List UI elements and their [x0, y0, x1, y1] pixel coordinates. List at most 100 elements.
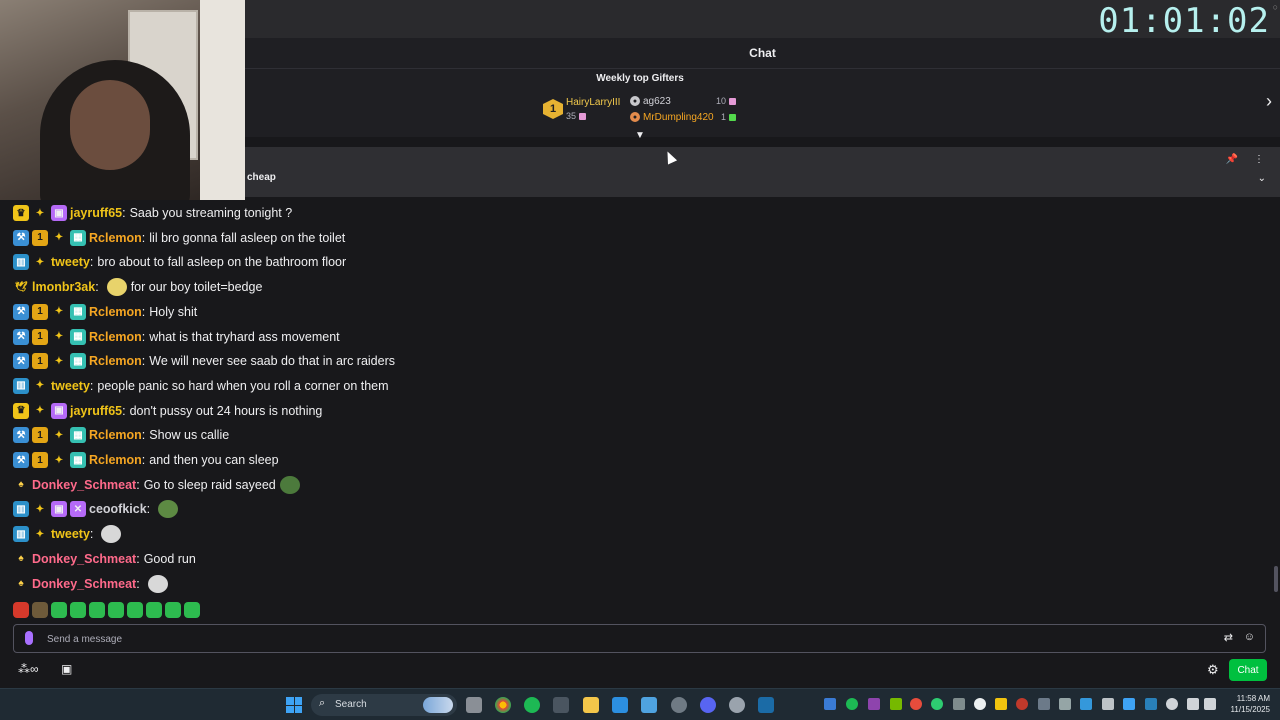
chat-message[interactable]: ⚒ 1 ✦ ▦ Rclemon: We will never see saab do th…: [13, 350, 395, 372]
emote-bar-icon[interactable]: [127, 602, 143, 618]
chat-scrollbar[interactable]: [1274, 566, 1278, 592]
chat-message[interactable]: ⚒ 1 ✦ ▦ Rclemon: what is that tryhard ass mov…: [13, 326, 340, 348]
chat-username[interactable]: Rclemon: [89, 305, 142, 319]
collapse-icon[interactable]: ▼: [635, 130, 645, 141]
chat-message[interactable]: ⚒ 1 ✦ ▦ Rclemon: Show us callie: [13, 424, 229, 446]
chat-username[interactable]: tweety: [51, 527, 90, 541]
chat-username[interactable]: Donkey_Schmeat: [32, 552, 136, 566]
chat-message[interactable]: ♛ ✦ ▣ jayruff65: don't pussy out 24 hours is…: [13, 400, 322, 422]
chat-emote-icon[interactable]: [279, 475, 300, 494]
bird-badge-icon: ✦: [54, 429, 64, 441]
chat-message[interactable]: ♠ Donkey_Schmeat: Go to sleep raid sayeed: [13, 474, 304, 496]
notepad-icon[interactable]: [641, 697, 657, 713]
chat-username[interactable]: jayruff65: [70, 206, 122, 220]
gear-icon[interactable]: ⚙: [1207, 662, 1219, 678]
tray-icon-11[interactable]: [1038, 698, 1050, 710]
task-view-icon[interactable]: [466, 697, 482, 713]
emote-bar-icon[interactable]: [146, 602, 162, 618]
discord-icon[interactable]: [700, 697, 716, 713]
chat-username[interactable]: Rclemon: [89, 428, 142, 442]
gifter-second-name[interactable]: ag623: [643, 96, 671, 107]
emoji-icon[interactable]: ☺: [1244, 631, 1255, 643]
chat-message[interactable]: ▥ ✦ tweety: people panic so hard when you r…: [13, 375, 389, 397]
emote-bar-icon[interactable]: [70, 602, 86, 618]
chat-username[interactable]: Rclemon: [89, 330, 142, 344]
pinned-message[interactable]: cheap 📌 ⋮ ⌄: [245, 147, 1280, 197]
tray-icon-1[interactable]: [824, 698, 836, 710]
more-options-icon[interactable]: ⋮: [1254, 154, 1264, 165]
chat-username[interactable]: ceoofkick: [89, 502, 147, 516]
chat-username[interactable]: Donkey_Schmeat: [32, 577, 136, 591]
tray-icon-12[interactable]: [1059, 698, 1071, 710]
chat-username[interactable]: Donkey_Schmeat: [32, 478, 136, 492]
chat-message[interactable]: ⚒ 1 ✦ ▦ Rclemon: lil bro gonna fall asleep on…: [13, 227, 345, 249]
tray-icon-5[interactable]: [910, 698, 922, 710]
chat-emote-icon[interactable]: [147, 574, 168, 593]
chat-message[interactable]: ♠ Donkey_Schmeat:: [13, 573, 172, 595]
gifter-first-name[interactable]: HairyLarryIII: [566, 97, 620, 108]
message-input[interactable]: [47, 630, 1197, 648]
chat-emote-icon[interactable]: [158, 500, 179, 519]
network-icon[interactable]: [1187, 698, 1199, 710]
tray-spotify-icon[interactable]: [846, 698, 858, 710]
tray-icon-14[interactable]: [1102, 698, 1114, 710]
steam-icon[interactable]: [758, 697, 774, 713]
obs-icon[interactable]: [671, 697, 687, 713]
chat-message[interactable]: ♛ ✦ ▣ jayruff65: Saab you streaming tonight …: [13, 202, 292, 224]
emote-bar-icon[interactable]: [51, 602, 67, 618]
chat-emote-icon[interactable]: [106, 278, 127, 297]
chromium-icon[interactable]: [729, 697, 745, 713]
gifter-third-name[interactable]: MrDumpling420: [643, 112, 714, 123]
chat-message[interactable]: ▥ ✦ ▣ ✕ ceoofkick:: [13, 498, 182, 520]
tray-icon-10[interactable]: [1016, 698, 1028, 710]
tray-icon-15[interactable]: [1123, 698, 1135, 710]
chat-username[interactable]: lmonbr3ak: [32, 280, 95, 294]
chat-username[interactable]: Rclemon: [89, 453, 142, 467]
emote-bar-icon[interactable]: [13, 602, 29, 618]
xbox-icon[interactable]: [553, 697, 569, 713]
channel-points-icon[interactable]: ⁂∞: [18, 662, 39, 676]
pin-icon[interactable]: 📌: [1226, 154, 1238, 165]
emote-bar-icon[interactable]: [32, 602, 48, 618]
chat-username[interactable]: Rclemon: [89, 354, 142, 368]
chat-message[interactable]: ▥ ✦ tweety: bro about to fall asleep on the…: [13, 251, 346, 273]
translate-icon[interactable]: ⇄: [1224, 631, 1233, 644]
emote-bar-icon[interactable]: [108, 602, 124, 618]
tray-icon-13[interactable]: [1080, 698, 1092, 710]
chat-emote-icon[interactable]: [101, 525, 122, 544]
taskbar-clock[interactable]: 11:58 AM 11/15/2025: [1231, 693, 1270, 715]
message-input-box[interactable]: ⇄ ☺: [13, 624, 1266, 653]
chat-message[interactable]: ♠ Donkey_Schmeat: Good run: [13, 548, 195, 570]
chevron-right-icon[interactable]: ›: [1266, 91, 1272, 112]
chat-message[interactable]: 🕊 lmonbr3ak: for our boy toilet=bedge: [13, 276, 262, 298]
volume-icon[interactable]: [1204, 698, 1216, 710]
emote-bar-icon[interactable]: [89, 602, 105, 618]
gift-icon[interactable]: ▣: [61, 662, 72, 676]
tray-icon-9[interactable]: [995, 698, 1007, 710]
chat-username[interactable]: Rclemon: [89, 231, 142, 245]
emote-bar-icon[interactable]: [165, 602, 181, 618]
chrome-icon[interactable]: [495, 697, 511, 713]
tray-icon-6[interactable]: [931, 698, 943, 710]
chat-message[interactable]: ⚒ 1 ✦ ▦ Rclemon: Holy shit: [13, 301, 197, 323]
chat-username[interactable]: tweety: [51, 379, 90, 393]
microphone-tray-icon[interactable]: [1166, 698, 1178, 710]
tray-icon-7[interactable]: [953, 698, 965, 710]
chat-username[interactable]: jayruff65: [70, 404, 122, 418]
chevron-down-icon[interactable]: ⌄: [1258, 173, 1266, 184]
chat-send-button[interactable]: Chat: [1229, 659, 1267, 681]
bluetooth-icon[interactable]: [1145, 698, 1157, 710]
emote-bar-icon[interactable]: [184, 602, 200, 618]
taskbar-search[interactable]: ⌕ Search: [311, 694, 457, 716]
chat-message[interactable]: ⚒ 1 ✦ ▦ Rclemon: and then you can sleep: [13, 449, 279, 471]
tray-nvidia-icon[interactable]: [890, 698, 902, 710]
tray-icon-8[interactable]: [974, 698, 986, 710]
tray-icon-3[interactable]: [868, 698, 880, 710]
windows-start-icon[interactable]: [286, 697, 302, 713]
file-explorer-icon[interactable]: [583, 697, 599, 713]
chat-message[interactable]: ▥ ✦ tweety:: [13, 523, 125, 545]
chat-username[interactable]: tweety: [51, 255, 90, 269]
spotify-icon[interactable]: [524, 697, 540, 713]
photos-icon[interactable]: [612, 697, 628, 713]
microphone-icon[interactable]: [25, 631, 33, 645]
